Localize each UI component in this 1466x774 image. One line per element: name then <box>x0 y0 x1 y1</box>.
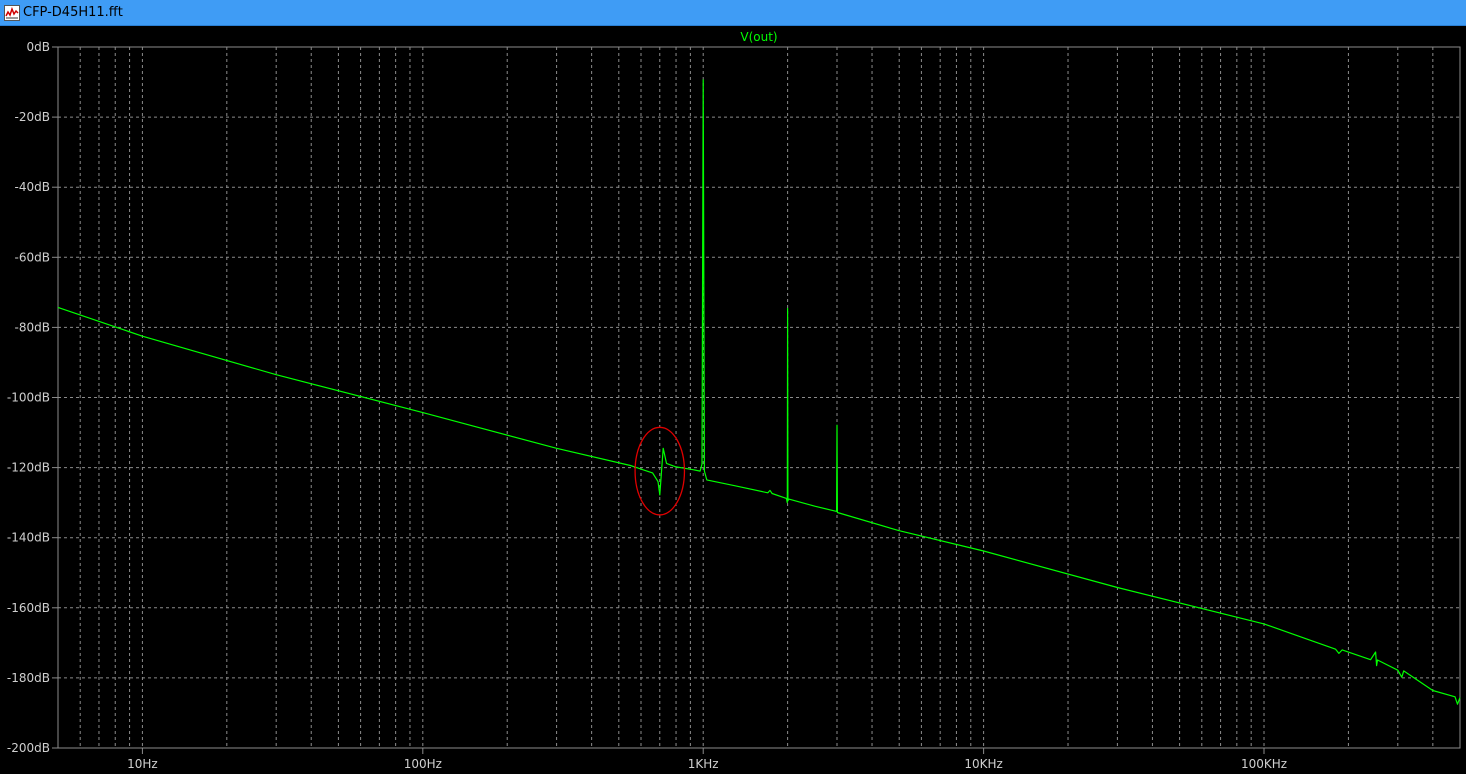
window-titlebar[interactable]: CFP-D45H11.fft <box>0 0 1466 26</box>
y-tick-label: 0dB <box>27 40 50 54</box>
x-tick-label: 1KHz <box>688 757 719 771</box>
trace <box>57 79 1461 705</box>
window-title: CFP-D45H11.fft <box>23 5 123 20</box>
grid <box>58 47 1460 748</box>
y-tick-label: -40dB <box>15 180 50 194</box>
x-tick-label: 10KHz <box>964 757 1002 771</box>
x-tick-label: 10Hz <box>127 757 158 771</box>
y-tick-label: -80dB <box>15 320 50 334</box>
y-tick-label: -160dB <box>7 601 50 615</box>
trace-label-vout[interactable]: V(out) <box>740 30 777 44</box>
y-tick-label: -180dB <box>7 671 50 685</box>
annotation-circle <box>634 426 686 516</box>
y-tick-label: -200dB <box>7 741 50 755</box>
y-tick-label: -60dB <box>15 250 50 264</box>
fft-chart[interactable]: 0dB -20dB -40dB -60dB -80dB -100dB -120dB -140d… <box>0 27 1466 774</box>
plot-pane[interactable]: 0dB -20dB -40dB -60dB -80dB -100dB -120dB -140d… <box>0 27 1466 774</box>
y-tick-label: -100dB <box>7 391 50 405</box>
tick-labels: 0dB -20dB -40dB -60dB -80dB -100dB -120dB -140d… <box>7 40 1287 771</box>
y-tick-label: -140dB <box>7 531 50 545</box>
waveform-icon <box>4 4 20 21</box>
annotations <box>634 426 686 516</box>
x-tick-label: 100Hz <box>404 757 442 771</box>
y-tick-label: -20dB <box>15 110 50 124</box>
x-tick-label: 100KHz <box>1241 757 1287 771</box>
y-tick-label: -120dB <box>7 461 50 475</box>
trace-vout <box>57 79 1461 705</box>
axes <box>52 46 1461 754</box>
